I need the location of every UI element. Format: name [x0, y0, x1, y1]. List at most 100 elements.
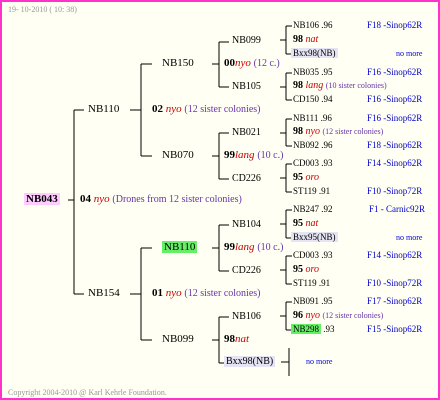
gen5-origin: F15 -Sinop62R	[367, 324, 423, 334]
gen4-mating: 98 lang (10 sister colonies)	[293, 81, 387, 91]
gen4-mating: 95 oro	[293, 265, 319, 275]
gen5-year: .96	[320, 113, 332, 123]
gen3-queen[interactable]: NB099	[162, 334, 194, 345]
gen4-type: lang	[305, 80, 324, 91]
gen5-row[interactable]: NB035 .95	[293, 68, 333, 77]
root-id[interactable]: NB043	[24, 193, 60, 205]
gen4-queen[interactable]: NB099	[232, 36, 261, 46]
gen3-queen[interactable]: NB110	[162, 241, 198, 253]
gen5-id[interactable]: NB111	[293, 113, 318, 123]
gen2-type: nyo	[165, 103, 182, 115]
gen5-row[interactable]: CD003 .93	[293, 159, 333, 168]
gen5-origin: F1 - Carnic92R	[369, 204, 425, 214]
gen5-row[interactable]: NB092 .96	[293, 141, 333, 150]
gen5-id[interactable]: NB035	[293, 67, 319, 77]
gen5-row[interactable]: CD150 .94	[293, 95, 333, 104]
gen3-note: (12 c.)	[253, 58, 280, 69]
gen5-year: .91	[318, 278, 331, 288]
gen3-generation: 00	[224, 57, 235, 69]
gen4-mating: 95 nat	[293, 219, 318, 229]
gen5-origin: F10 -Sinop72R	[367, 278, 423, 288]
gen5-row[interactable]: NB298 .93	[291, 324, 335, 334]
gen5-origin: F10 -Sinop72R	[367, 186, 423, 196]
gen4-no-more: no more	[306, 357, 333, 366]
gen5-row[interactable]: ST119 .91	[293, 187, 330, 196]
gen5-row[interactable]: NB106 .96	[293, 21, 333, 30]
gen3-mating: 99lang (10 c.)	[224, 150, 283, 161]
root-note: (Drones from 12 sister colonies)	[112, 194, 242, 205]
gen4-type: nat	[305, 218, 319, 229]
gen5-origin: F16 -Sinop62R	[367, 67, 423, 77]
gen5-year: .93	[321, 250, 333, 260]
gen4-mating: 98 nyo (12 sister colonies)	[293, 127, 383, 137]
gen2-queen[interactable]: NB154	[88, 288, 120, 299]
gen5-row[interactable]: NB247 .92	[293, 205, 333, 214]
gen5-id[interactable]: ST119	[293, 186, 317, 196]
gen4-queen[interactable]: NB104	[232, 220, 261, 230]
gen3-note: (10 c.)	[257, 242, 284, 253]
gen4-generation: 96	[293, 310, 303, 321]
gen5-id[interactable]: CD003	[293, 250, 319, 260]
gen5-id[interactable]: CD150	[293, 94, 319, 104]
gen2-note: (12 sister colonies)	[184, 104, 261, 115]
gen4-generation: 95	[293, 264, 303, 275]
gen5-year: .95	[321, 296, 333, 306]
gen5-row[interactable]: NB091 .95	[293, 297, 333, 306]
gen5-row[interactable]: CD003 .93	[293, 251, 333, 260]
gen5-row[interactable]: NB111 .96	[293, 114, 332, 123]
gen5-id[interactable]: NB106	[293, 20, 319, 30]
gen4-queen[interactable]: Bxx98(NB)	[224, 356, 276, 367]
gen4-type: nat	[305, 34, 319, 45]
gen5-origin: F14 -Sinop62R	[367, 250, 423, 260]
gen5-year: .91	[318, 186, 331, 196]
pedigree-frame: 19- 10-2010 ( 10: 38) Copyright 2004-201…	[0, 0, 440, 400]
gen2-queen[interactable]: NB110	[88, 104, 119, 115]
gen5-id-highlighted[interactable]: NB298	[291, 324, 322, 334]
gen5-id[interactable]: ST119	[293, 278, 317, 288]
gen5-id[interactable]: NB091	[293, 296, 319, 306]
gen5-row[interactable]: Bxx98(NB)	[291, 48, 338, 58]
gen4-mating: 95 oro	[293, 173, 319, 183]
gen3-type: lang	[235, 149, 255, 161]
gen4-generation: 98	[293, 34, 303, 45]
gen3-type: nat	[235, 333, 250, 345]
gen5-row[interactable]: ST119 .91	[293, 279, 330, 288]
gen5-id[interactable]: CD003	[293, 158, 319, 168]
gen5-origin: F16 -Sinop62R	[367, 94, 423, 104]
root-mating: 04 nyo (Drones from 12 sister colonies)	[80, 194, 242, 205]
gen5-origin: F18 -Sinop62R	[367, 20, 423, 30]
gen3-id-highlighted[interactable]: NB110	[162, 241, 198, 253]
gen5-origin: F18 -Sinop62R	[367, 140, 423, 150]
gen3-mating: 99lang (10 c.)	[224, 242, 283, 253]
gen5-id-unknown[interactable]: Bxx95(NB)	[291, 232, 338, 242]
gen4-mating: 96 nyo (12 sister colonies)	[293, 311, 383, 321]
gen2-type: nyo	[165, 287, 182, 299]
gen4-generation: 98	[293, 80, 303, 91]
gen4-type: oro	[305, 172, 320, 183]
gen3-type: lang	[235, 241, 255, 253]
gen4-type: nyo	[305, 310, 320, 321]
gen4-queen[interactable]: CD226	[232, 266, 261, 276]
gen5-origin: no more	[396, 233, 423, 242]
root-queen: NB043	[24, 193, 60, 205]
gen4-queen[interactable]: CD226	[232, 174, 261, 184]
gen3-mating: 98nat	[224, 334, 249, 345]
root-type: nyo	[93, 193, 110, 205]
gen5-origin: F14 -Sinop62R	[367, 158, 423, 168]
gen4-note: (12 sister colonies)	[322, 127, 384, 136]
gen5-id-unknown[interactable]: Bxx98(NB)	[291, 48, 338, 58]
gen4-queen[interactable]: NB105	[232, 82, 261, 92]
gen3-note: (10 c.)	[257, 150, 284, 161]
gen3-queen[interactable]: NB150	[162, 58, 194, 69]
gen3-queen[interactable]: NB070	[162, 150, 194, 161]
gen4-id-unknown[interactable]: Bxx98(NB)	[224, 356, 276, 367]
gen5-year: .93	[321, 158, 333, 168]
gen4-note: (10 sister colonies)	[325, 81, 387, 90]
gen4-queen[interactable]: NB106	[232, 312, 261, 322]
timestamp: 19- 10-2010 ( 10: 38)	[8, 5, 77, 14]
gen5-id[interactable]: NB247	[293, 204, 319, 214]
gen4-generation: 95	[293, 218, 303, 229]
gen5-row[interactable]: Bxx95(NB)	[291, 232, 338, 242]
gen4-queen[interactable]: NB021	[232, 128, 261, 138]
gen5-id[interactable]: NB092	[293, 140, 319, 150]
